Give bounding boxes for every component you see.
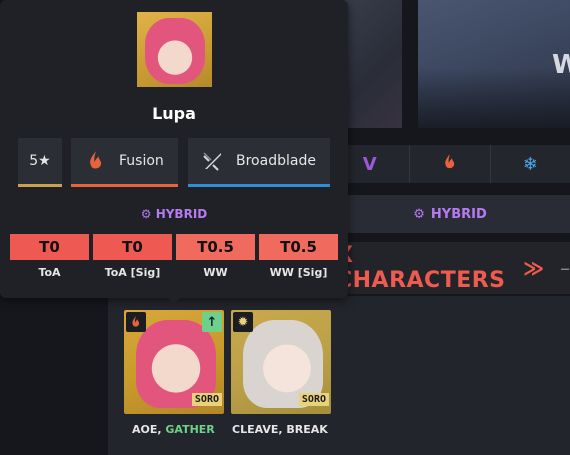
weapon-label: Broadblade [236,153,316,169]
caption-highlight: GATHER [165,423,215,436]
fusion-icon [442,153,458,176]
caption-text: AOE, [132,423,166,436]
character-tooltip: Lupa 5★ Fusion Broadblade ⚙ HYBRID T0 To… [0,0,348,298]
role-hybrid-label: HYBRID [430,206,487,222]
section-title: X CHARACTERS [336,243,506,293]
element-filter-row: V ❄ [330,145,570,183]
filter-fusion[interactable] [410,145,491,183]
character-tag: SORO [191,393,222,406]
character-caption: CLEAVE, BREAK [232,423,328,436]
tooltip-arrow [166,296,182,304]
weapon-chip: Broadblade [188,138,330,187]
tier-ww: T0.5 WW [176,234,255,279]
portrait-face [145,18,205,84]
broadblade-icon [200,148,226,174]
tier-label: WW [203,266,228,279]
character-name: Lupa [152,104,196,123]
character-tag: SORO [298,393,329,406]
tier-value: T0 [10,234,89,260]
section-header: X CHARACTERS ≫ – [330,242,570,294]
tier-label: ToA [38,266,61,279]
character-card-lupa[interactable]: ↑ SORO [124,310,224,414]
gear-icon: ⚙ [140,207,152,221]
glacio-icon: ❄ [522,153,538,175]
banner-thumbnail-right[interactable] [418,0,570,128]
rarity-chip: 5★ [18,138,62,187]
tier-value: T0.5 [259,234,338,260]
banner-landscape [418,68,570,128]
filter-glacio[interactable]: ❄ [491,145,570,183]
character-card-second[interactable]: ✹ SORO [231,310,331,414]
tier-value: T0.5 [176,234,255,260]
arrow-up-icon: ↑ [202,312,222,332]
spectro-icon: ✹ [233,312,253,332]
tier-value: T0 [93,234,172,260]
tier-label: WW [Sig] [269,266,328,279]
character-portrait [137,12,212,87]
role-hybrid-bar[interactable]: ⚙ HYBRID [330,195,570,233]
tier-row: T0 ToA T0 ToA [Sig] T0.5 WW T0.5 WW [Sig… [10,234,338,279]
chevron-double-icon[interactable]: ≫ [523,256,544,280]
tier-ww-sig: T0.5 WW [Sig] [259,234,338,279]
role-label: ⚙ HYBRID [0,207,348,221]
collapse-dash[interactable]: – [560,256,570,280]
banner-text: W [552,50,570,80]
element-label: Fusion [119,153,164,169]
fusion-icon [83,148,109,174]
rarity-label: 5★ [29,153,51,169]
tier-label: ToA [Sig] [104,266,161,279]
spectro-v-icon: V [362,153,377,175]
element-chip: Fusion [71,138,178,187]
gear-icon: ⚙ [413,206,425,222]
fusion-icon [126,312,146,332]
tier-toa-sig: T0 ToA [Sig] [93,234,172,279]
character-caption: AOE, GATHER [132,423,215,436]
role-text: HYBRID [155,207,208,221]
tier-toa: T0 ToA [10,234,89,279]
